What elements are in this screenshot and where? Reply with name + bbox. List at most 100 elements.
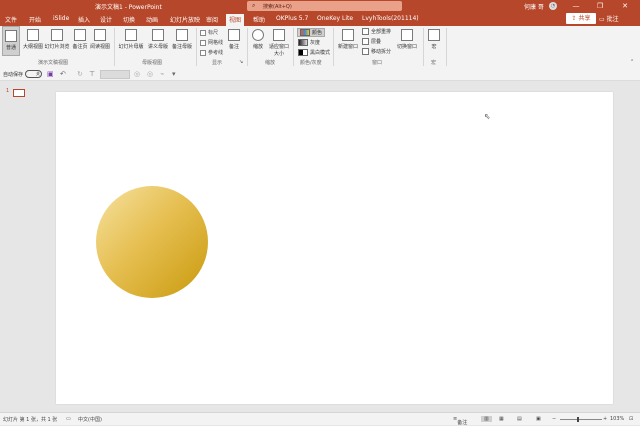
notes-toggle-button[interactable]: 备注 bbox=[226, 26, 242, 56]
ribbon: 普通 大纲视图 幻灯片浏览 备注页 阅读视图 演示文稿视图 幻灯片母版 讲义母版… bbox=[0, 26, 640, 69]
group-label-zoom: 缩放 bbox=[265, 60, 276, 66]
avatar[interactable]: ◔ bbox=[549, 2, 557, 10]
normal-view-button[interactable]: 普通 bbox=[2, 26, 20, 56]
share-button[interactable]: ⇪ 共享 bbox=[566, 13, 596, 24]
slide-counter: 幻灯片 第 1 张，共 1 张 bbox=[3, 417, 58, 423]
tab-transitions[interactable]: 切换 bbox=[123, 15, 135, 24]
group-divider bbox=[293, 28, 294, 66]
tab-okplus[interactable]: OKPlus 5.7 bbox=[276, 15, 308, 22]
arrange-all-button[interactable]: 全部重排 bbox=[362, 28, 391, 35]
arrange-all-label: 全部重排 bbox=[371, 29, 392, 35]
group-divider bbox=[423, 28, 424, 66]
tab-design[interactable]: 设计 bbox=[100, 15, 112, 24]
notes-toggle-label: 备注 bbox=[228, 44, 239, 50]
customize-qat-icon[interactable]: ▾ bbox=[172, 70, 176, 78]
tab-help[interactable]: 帮助 bbox=[253, 15, 265, 24]
tab-islide[interactable]: iSlide bbox=[53, 15, 69, 22]
new-window-icon bbox=[342, 29, 354, 41]
show-dialog-launcher[interactable]: ↘ bbox=[239, 59, 243, 65]
grayscale-label: 灰度 bbox=[310, 40, 321, 46]
switch-windows-icon bbox=[401, 29, 413, 41]
start-slideshow-icon[interactable]: ⊤ bbox=[89, 70, 95, 78]
brush-icon[interactable]: ⌁ bbox=[160, 70, 164, 78]
zoom-button[interactable]: 缩放 bbox=[250, 26, 266, 56]
tab-review[interactable]: 审阅 bbox=[206, 15, 218, 24]
gridlines-checkbox[interactable]: 网格线 bbox=[200, 39, 223, 46]
minimize-button[interactable]: — bbox=[568, 1, 584, 11]
save-icon[interactable]: ▣ bbox=[47, 70, 54, 78]
normal-view-icon bbox=[5, 30, 17, 42]
guides-checkbox[interactable]: 参考线 bbox=[200, 49, 223, 56]
group-divider bbox=[247, 28, 248, 66]
accessibility-icon[interactable]: ▭ bbox=[66, 416, 71, 422]
reading-view-button[interactable]: 阅读视图 bbox=[89, 26, 111, 56]
tab-animations[interactable]: 动画 bbox=[146, 15, 158, 24]
macros-button[interactable]: 宏 bbox=[426, 26, 442, 56]
notes-page-label: 备注页 bbox=[72, 44, 88, 50]
slide-sorter-status-icon[interactable]: ▦ bbox=[499, 416, 504, 422]
cascade-button[interactable]: 层叠 bbox=[362, 38, 381, 45]
black-white-mode-button[interactable]: 黑白模式 bbox=[298, 49, 330, 56]
color-mode-button[interactable]: 颜色 bbox=[297, 28, 326, 37]
notes-master-button[interactable]: 备注母版 bbox=[170, 26, 194, 56]
normal-view-status-icon[interactable]: ▥ bbox=[481, 416, 492, 422]
checkbox-icon bbox=[200, 39, 206, 46]
slide-canvas[interactable]: ⇖ bbox=[56, 92, 613, 404]
fit-to-window-button[interactable]: 适应窗口大小 bbox=[267, 26, 291, 57]
outline-view-button[interactable]: 大纲视图 bbox=[22, 26, 44, 56]
user-name[interactable]: 何康 哥 bbox=[524, 2, 544, 11]
grayscale-mode-button[interactable]: 灰度 bbox=[298, 39, 320, 46]
group-divider bbox=[333, 28, 334, 66]
notes-button[interactable]: ≡ 备注 bbox=[453, 416, 467, 426]
color-swatch-icon bbox=[300, 29, 310, 36]
handout-master-icon bbox=[152, 29, 164, 41]
ruler-checkbox[interactable]: 标尺 bbox=[200, 29, 218, 36]
tab-onekey-lite[interactable]: OneKey Lite bbox=[317, 15, 353, 22]
reading-view-icon bbox=[94, 29, 106, 41]
tab-insert[interactable]: 插入 bbox=[78, 15, 90, 24]
redo-icon[interactable]: ↻ bbox=[77, 70, 83, 78]
slideshow-status-icon[interactable]: ▣ bbox=[536, 416, 541, 422]
undo-icon[interactable]: ↶ bbox=[60, 70, 66, 78]
tab-slideshow[interactable]: 幻灯片放映 bbox=[170, 15, 200, 24]
gold-circle-shape[interactable] bbox=[96, 186, 208, 298]
tab-file[interactable]: 文件 bbox=[5, 15, 17, 24]
search-box[interactable]: ⌕ 搜索(Alt+Q) bbox=[247, 1, 402, 11]
zoom-level[interactable]: 103% bbox=[610, 416, 624, 422]
tab-home[interactable]: 开始 bbox=[29, 15, 41, 24]
autosave-toggle[interactable]: 关 bbox=[25, 70, 42, 78]
slide-thumbnail[interactable] bbox=[13, 89, 25, 97]
font-box[interactable] bbox=[100, 70, 130, 79]
reading-view-status-icon[interactable]: ▤ bbox=[517, 416, 522, 422]
move-split-button[interactable]: 移动拆分 bbox=[362, 48, 391, 55]
close-button[interactable]: ✕ bbox=[617, 1, 633, 11]
tab-lvyhtools[interactable]: LvyhTools(201114) bbox=[362, 15, 419, 22]
slide-thumbnail-pane: 1 bbox=[0, 81, 34, 411]
fit-slide-icon[interactable]: ⊡ bbox=[629, 416, 633, 422]
restore-button[interactable]: ❐ bbox=[592, 1, 608, 11]
ribbon-tabs: 文件 开始 iSlide 插入 设计 切换 动画 幻灯片放映 审阅 视图 帮助 … bbox=[0, 12, 640, 26]
tab-view[interactable]: 视图 bbox=[226, 14, 245, 26]
zoom-out-icon[interactable]: − bbox=[552, 416, 556, 422]
switch-windows-button[interactable]: 切换窗口 bbox=[394, 26, 420, 56]
notes-icon bbox=[228, 29, 240, 41]
slide-sorter-button[interactable]: 幻灯片浏览 bbox=[44, 26, 70, 56]
shape-icon[interactable]: ◎ bbox=[147, 70, 153, 78]
notes-page-button[interactable]: 备注页 bbox=[71, 26, 89, 56]
handout-master-button[interactable]: 讲义母版 bbox=[146, 26, 170, 56]
arrange-all-icon bbox=[362, 28, 369, 35]
notes-master-icon bbox=[176, 29, 188, 41]
zoom-slider-track[interactable] bbox=[560, 419, 602, 420]
comments-button[interactable]: ▭ 批注 bbox=[599, 14, 619, 23]
mouse-cursor-icon: ⇖ bbox=[484, 112, 491, 121]
group-label-color-grayscale: 颜色/灰度 bbox=[300, 60, 322, 66]
language-indicator[interactable]: 中文(中国) bbox=[78, 416, 102, 423]
slide-master-button[interactable]: 幻灯片母版 bbox=[116, 26, 146, 56]
new-window-button[interactable]: 新建窗口 bbox=[336, 26, 360, 56]
move-split-label: 移动拆分 bbox=[371, 49, 392, 55]
zoom-slider-thumb[interactable] bbox=[577, 417, 579, 422]
zoom-in-icon[interactable]: + bbox=[603, 416, 607, 422]
thumbnail-number: 1 bbox=[6, 88, 10, 94]
collapse-ribbon-chevron-icon[interactable]: ⌃ bbox=[630, 59, 634, 65]
shape-icon[interactable]: ◎ bbox=[134, 70, 140, 78]
